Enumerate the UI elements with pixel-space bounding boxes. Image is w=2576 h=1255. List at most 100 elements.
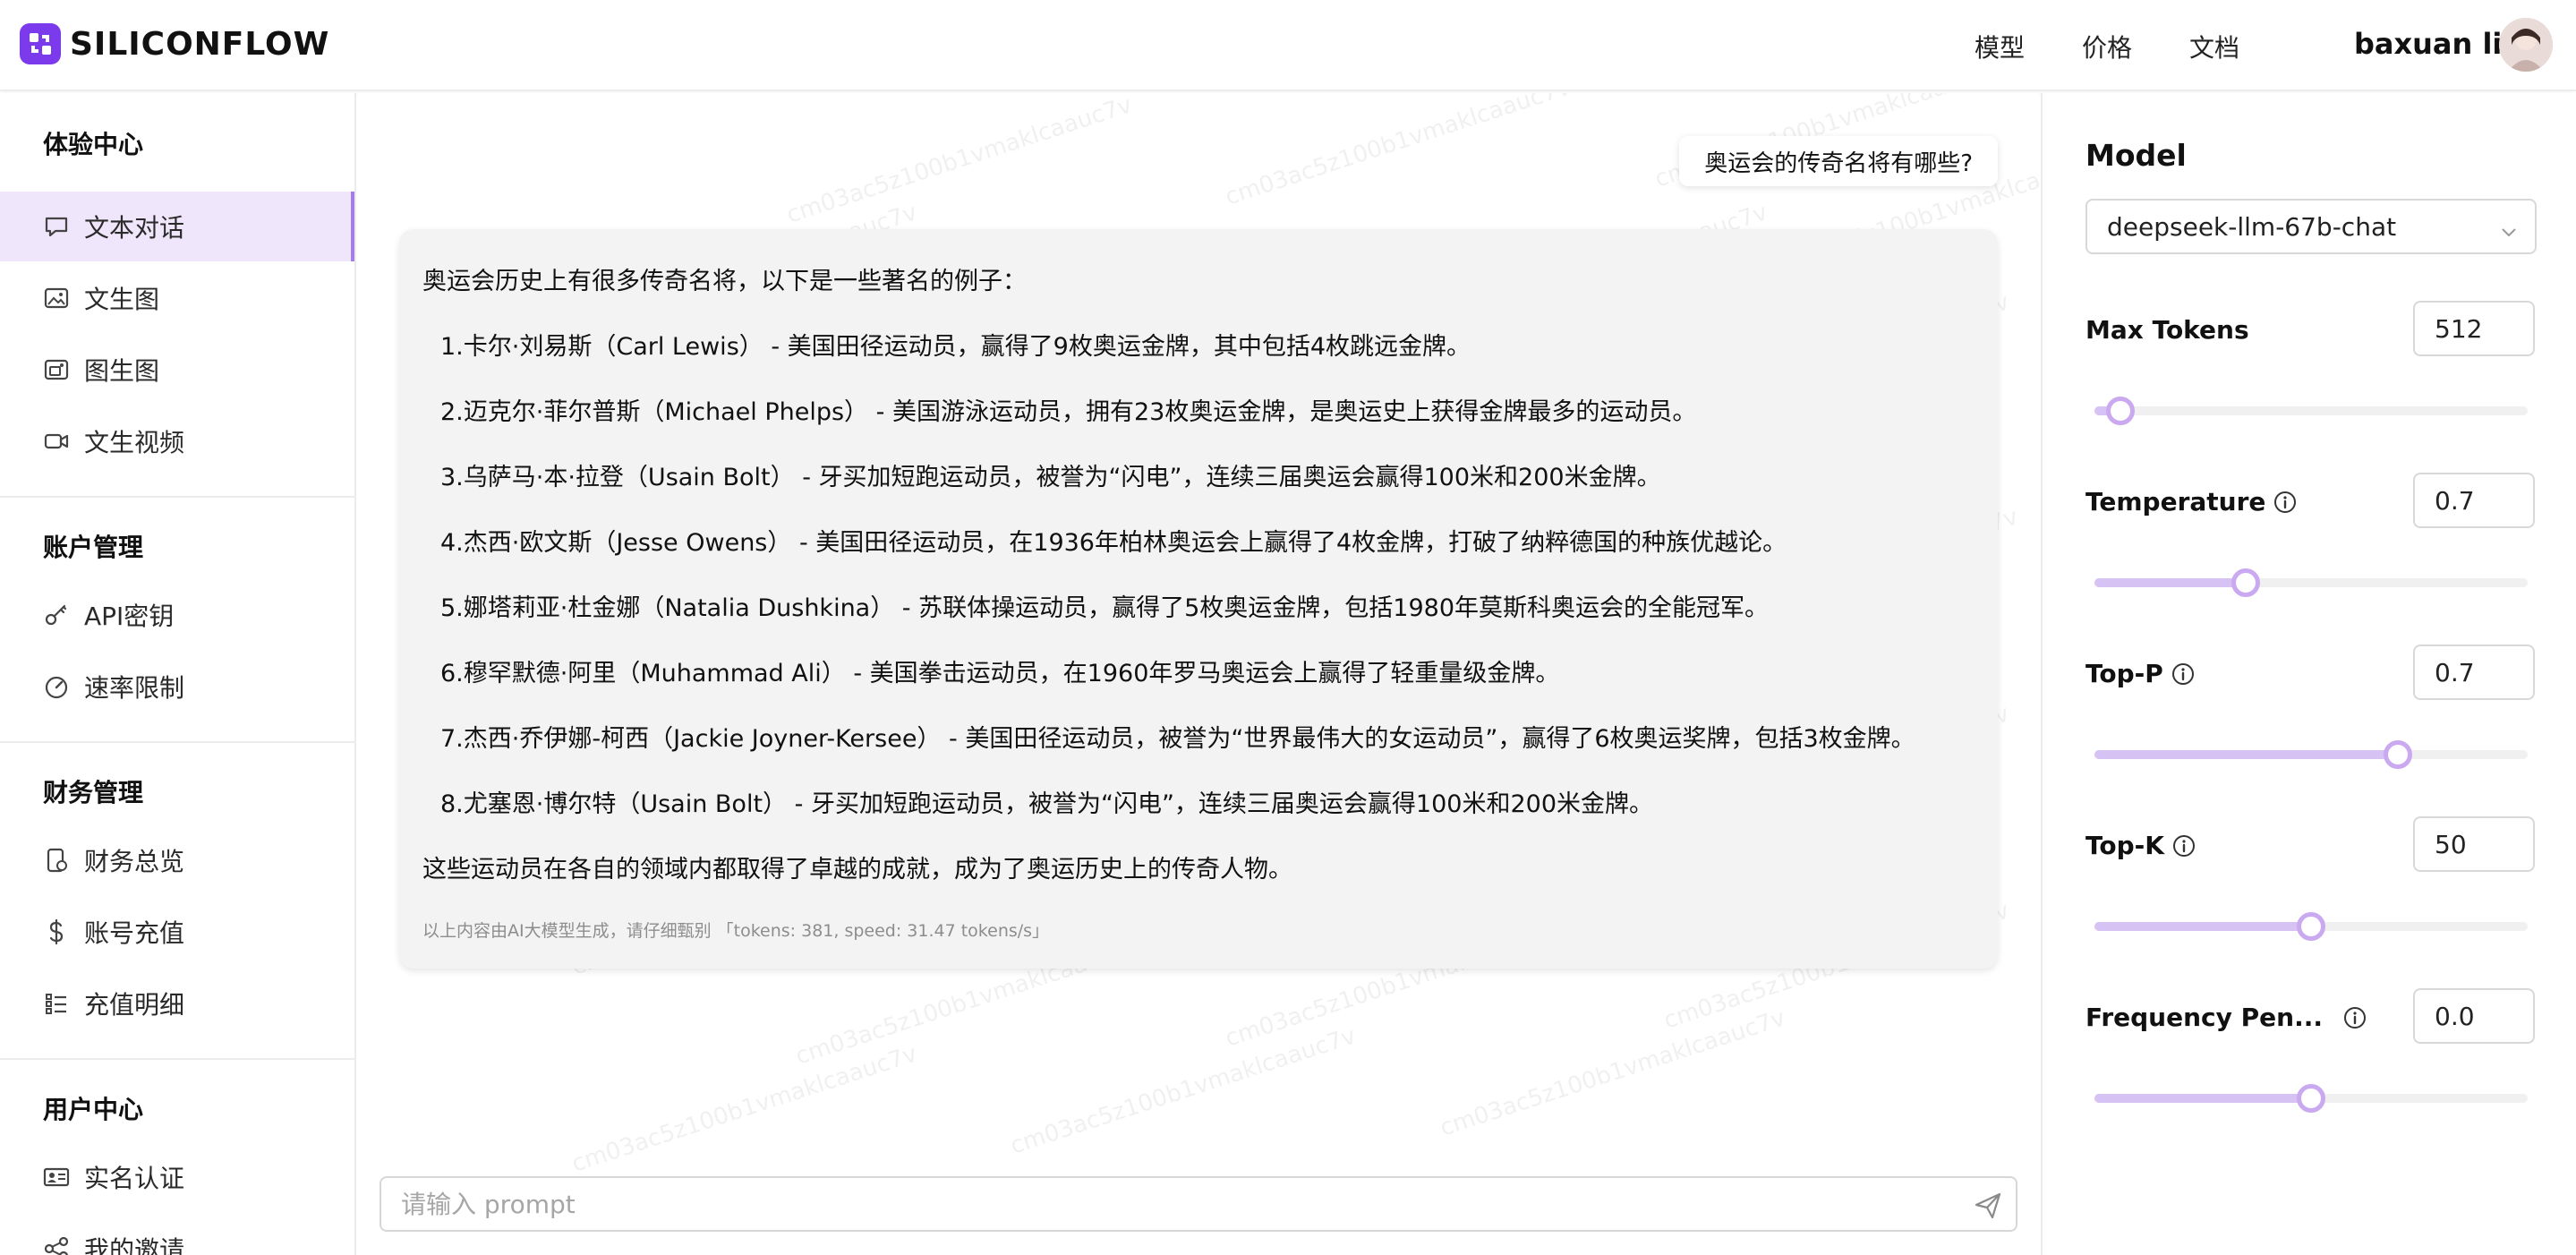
video-icon (41, 426, 72, 457)
frequency-penalty-input[interactable]: 0.0 (2413, 988, 2535, 1044)
slider-thumb[interactable] (2383, 740, 2412, 769)
sidebar-item-label: 充值明细 (84, 990, 185, 1020)
slider-fill (2094, 922, 2311, 931)
temperature-input[interactable]: 0.7 (2413, 473, 2535, 528)
top-k-input[interactable]: 50 (2413, 816, 2535, 872)
sidebar-item-label: 文本对话 (84, 213, 185, 243)
top-p-label: Top-P (2086, 659, 2196, 688)
top-p-input[interactable]: 0.7 (2413, 645, 2535, 700)
prompt-input[interactable] (381, 1178, 1939, 1230)
info-icon[interactable] (2273, 490, 2298, 515)
answer-list-item: 2.迈克尔·菲尔普斯（Michael Phelps） - 美国游泳运动员，拥有2… (440, 398, 1697, 426)
answer-list-item: 7.杰西·乔伊娜-柯西（Jackie Joyner-Kersee） - 美国田径… (440, 725, 1915, 753)
chat-icon (41, 211, 72, 242)
frequency-penalty-slider[interactable] (2094, 1084, 2528, 1113)
top-p-slider[interactable] (2094, 740, 2528, 769)
slider-thumb[interactable] (2231, 568, 2261, 597)
frequency-penalty-label: Frequency Pen... (2086, 1003, 2367, 1032)
sidebar-divider (0, 496, 354, 498)
model-settings-panel: Model deepseek-llm-67b-chat Max Tokens 51… (2041, 93, 2576, 1255)
param-label-text: Temperature (2086, 487, 2266, 517)
sidebar-item-label: 我的邀请 (84, 1235, 185, 1255)
answer-meta: 以上内容由AI大模型生成，请仔细甄别 「tokens: 381, speed: … (422, 921, 1050, 941)
sidebar-item-label: 财务总览 (84, 847, 185, 876)
sidebar-item-label: 图生图 (84, 356, 160, 386)
sidebar-item-api-keys[interactable]: API密钥 (0, 580, 354, 650)
sidebar-divider (0, 741, 354, 743)
section-title-experience: 体验中心 (43, 130, 144, 159)
sidebar-item-label: 文生图 (84, 285, 160, 314)
chat-area: cm03ac5z100b1vmaklcaauc7v cm03ac5z100b1vm… (358, 93, 2039, 1255)
sidebar-item-text-to-video[interactable]: 文生视频 (0, 406, 354, 476)
user-message-text: 奥运会的传奇名将有哪些? (1704, 149, 1973, 177)
watermark-text: cm03ac5z100b1vmaklcaauc7v (1437, 1004, 1789, 1142)
slider-fill (2094, 1094, 2311, 1103)
info-icon[interactable] (2342, 1005, 2367, 1030)
param-label-text: Max Tokens (2086, 315, 2249, 345)
answer-list-item: 3.乌萨马·本·拉登（Usain Bolt） - 牙买加短跑运动员，被誉为“闪电… (440, 464, 1661, 491)
section-title-user: 用户中心 (43, 1095, 144, 1124)
sidebar-item-label: 文生视频 (84, 428, 185, 457)
brand-logo[interactable]: SILICONFLOW (20, 23, 329, 64)
gauge-icon (41, 671, 72, 702)
param-label-text: Top-K (2086, 831, 2164, 860)
user-name[interactable]: baxuan li (2354, 27, 2502, 61)
image-to-image-icon (41, 354, 72, 385)
id-card-icon (41, 1162, 72, 1192)
slider-thumb[interactable] (2106, 397, 2136, 425)
nav-docs[interactable]: 文档 (2189, 29, 2239, 64)
sidebar-item-text-to-image[interactable]: 文生图 (0, 263, 354, 333)
max-tokens-slider[interactable] (2094, 397, 2528, 425)
temperature-slider[interactable] (2094, 568, 2528, 597)
sidebar-item-finance-overview[interactable]: 财务总览 (0, 825, 354, 895)
sidebar-item-label: 速率限制 (84, 673, 185, 703)
nav-models[interactable]: 模型 (1975, 29, 2025, 64)
sidebar-item-image-to-image[interactable]: 图生图 (0, 335, 354, 405)
sidebar-item-recharge[interactable]: 账号充值 (0, 897, 354, 967)
image-icon (41, 283, 72, 313)
watermark-text: cm03ac5z100b1vmaklcaauc7v (783, 93, 1136, 229)
sidebar-item-label: API密钥 (84, 602, 175, 631)
dollar-icon (41, 917, 72, 947)
list-icon (41, 988, 72, 1019)
avatar[interactable] (2499, 18, 2553, 72)
answer-list-item: 5.娜塔莉亚·杜金娜（Natalia Dushkina） - 苏联体操运动员，赢… (440, 594, 1770, 622)
send-icon[interactable] (1973, 1191, 2003, 1225)
user-message-bubble: 奥运会的传奇名将有哪些? (1679, 136, 1998, 186)
watermark-text: cm03ac5z100b1vmaklcaauc7v (1007, 1022, 1360, 1160)
slider-thumb[interactable] (2297, 912, 2325, 941)
siliconflow-logo-icon (20, 23, 61, 64)
sidebar-item-invites[interactable]: 我的邀请 (0, 1214, 354, 1255)
assistant-answer: 奥运会历史上有很多传奇名将，以下是一些著名的例子： 1.卡尔·刘易斯（Carl … (399, 229, 1998, 969)
answer-list-item: 4.杰西·欧文斯（Jesse Owens） - 美国田径运动员，在1936年柏林… (440, 529, 1787, 557)
key-icon (41, 600, 72, 630)
sidebar-item-real-name[interactable]: 实名认证 (0, 1142, 354, 1212)
model-select[interactable]: deepseek-llm-67b-chat (2086, 199, 2537, 254)
watermark-text: cm03ac5z100b1vmaklcaauc7v (568, 1040, 921, 1178)
max-tokens-input[interactable]: 512 (2413, 301, 2535, 356)
info-icon[interactable] (2171, 833, 2196, 858)
panel-title: Model (2086, 138, 2187, 173)
model-select-value: deepseek-llm-67b-chat (2107, 211, 2397, 242)
sidebar-item-label: 实名认证 (84, 1164, 185, 1193)
nav-pricing[interactable]: 价格 (2082, 29, 2132, 64)
answer-list-item: 6.穆罕默德·阿里（Muhammad Ali） - 美国拳击运动员，在1960年… (440, 660, 1560, 687)
param-label-text: Frequency Pen... (2086, 1003, 2323, 1032)
top-k-label: Top-K (2086, 831, 2196, 860)
sidebar-divider (0, 1058, 354, 1060)
sidebar-item-recharge-detail[interactable]: 充值明细 (0, 969, 354, 1038)
answer-list-item: 1.卡尔·刘易斯（Carl Lewis） - 美国田径运动员，赢得了9枚奥运金牌… (440, 333, 1471, 361)
top-header: SILICONFLOW 模型 价格 文档 baxuan li (0, 0, 2576, 91)
top-k-slider[interactable] (2094, 912, 2528, 941)
answer-outro: 这些运动员在各自的领域内都取得了卓越的成就，成为了奥运历史上的传奇人物。 (422, 856, 1292, 884)
sidebar-item-rate-limit[interactable]: 速率限制 (0, 652, 354, 721)
info-icon[interactable] (2171, 662, 2196, 687)
chevron-down-icon (2499, 218, 2519, 248)
sidebar-item-text-chat[interactable]: 文本对话 (0, 192, 354, 261)
slider-thumb[interactable] (2297, 1084, 2325, 1113)
answer-intro: 奥运会历史上有很多传奇名将，以下是一些著名的例子： (422, 268, 1027, 295)
share-icon (41, 1234, 72, 1255)
answer-list-item: 8.尤塞恩·博尔特（Usain Bolt） - 牙买加短跑运动员，被誉为“闪电”… (440, 790, 1653, 818)
prompt-box (380, 1176, 2017, 1232)
max-tokens-label: Max Tokens (2086, 315, 2249, 345)
